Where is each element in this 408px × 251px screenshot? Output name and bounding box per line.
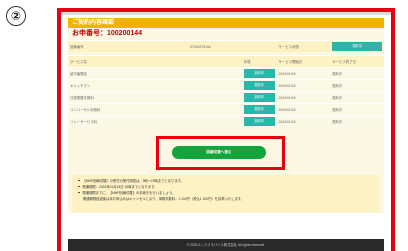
bullet-icon bbox=[78, 185, 80, 188]
services-table: サービス名 状態 サービス開始日 サービス終了日 留守番電話 契約中 2024/… bbox=[68, 55, 384, 127]
step-number-badge: ② bbox=[6, 6, 26, 26]
start-date: 2024/01/16 bbox=[276, 115, 331, 127]
service-name: リレーサービス料 bbox=[68, 115, 242, 127]
start-date: 2024/01/16 bbox=[276, 79, 331, 92]
table-header-row: サービス名 状態 サービス開始日 サービス終了日 bbox=[68, 55, 384, 68]
page-title: ご契約内容確認 bbox=[68, 18, 384, 28]
cta-area: 回線切替へ進む bbox=[68, 127, 384, 175]
header-end-date: サービス終了日 bbox=[330, 55, 384, 68]
status-badge: 契約中 bbox=[243, 81, 275, 90]
note-item: 開通期限経過後は本お申込みはキャンセルとなり、事務手数料：1,100円（税込1,… bbox=[78, 196, 374, 202]
service-name: キャッチホン bbox=[68, 79, 242, 92]
bullet-icon bbox=[78, 191, 80, 194]
table-row: リレーサービス料 契約中 2024/01/16 契約中 bbox=[68, 115, 384, 127]
header-start-date: サービス開始日 bbox=[276, 55, 331, 68]
contract-panel: ご契約内容確認 お申番号：100200144 回線番号 07044375154 … bbox=[68, 18, 384, 213]
status-cell: 契約中 bbox=[241, 103, 277, 116]
note-text: 【MNP回線切替】の受付の受付時間は、9時～19時までとなります。 bbox=[82, 179, 184, 183]
service-status-label: サービス状態 bbox=[276, 40, 331, 52]
start-date: 2024/01/16 bbox=[276, 67, 331, 80]
note-text: 開通期限経過後は本お申込みはキャンセルとなり、事務手数料：1,100円（税込1,… bbox=[83, 197, 245, 201]
table-row: 留守番電話 契約中 2024/01/16 契約中 bbox=[68, 67, 384, 80]
summary-table: 回線番号 07044375154 サービス状態 契約中 bbox=[68, 40, 384, 52]
table-row: キャッチホン 契約中 2024/01/16 契約中 bbox=[68, 79, 384, 92]
start-date: 2024/01/16 bbox=[276, 91, 331, 104]
summary-row: 回線番号 07044375154 サービス状態 契約中 bbox=[68, 40, 384, 52]
application-number: お申番号：100200144 bbox=[72, 30, 143, 37]
proceed-to-line-switch-button[interactable]: 回線切替へ進む bbox=[172, 146, 266, 159]
line-number-value: 07044375154 bbox=[188, 40, 277, 52]
top-divider bbox=[61, 12, 391, 15]
bullet-icon bbox=[78, 179, 80, 182]
table-row: 口座振替手数料 契約中 2024/01/16 契約中 bbox=[68, 91, 384, 104]
service-status-badge: 契約中 bbox=[332, 42, 382, 51]
highlight-frame: ご契約内容確認 お申番号：100200144 回線番号 07044375154 … bbox=[57, 8, 395, 251]
status-badge: 契約中 bbox=[243, 69, 275, 78]
notes-box: 【MNP回線切替】の受付の受付時間は、9時～19時までとなります。 開通期限：2… bbox=[72, 175, 380, 213]
end-date: 契約中 bbox=[330, 103, 384, 116]
start-date: 2024/01/16 bbox=[276, 103, 331, 116]
service-name: 留守番電話 bbox=[68, 67, 242, 80]
footer-copyright: © 2024エックスモバイル株式会社 All rights reserved. bbox=[68, 239, 384, 251]
end-date: 契約中 bbox=[330, 67, 384, 80]
table-row: ユニバーサル利用料 契約中 2024/01/16 契約中 bbox=[68, 103, 384, 116]
end-date: 契約中 bbox=[330, 115, 384, 127]
status-cell: 契約中 bbox=[241, 115, 277, 127]
service-status-cell: 契約中 bbox=[330, 40, 384, 52]
header-status: 状態 bbox=[241, 55, 277, 68]
header-service-name: サービス名 bbox=[68, 55, 242, 68]
line-number-label: 回線番号 bbox=[68, 40, 189, 52]
status-cell: 契約中 bbox=[241, 67, 277, 80]
note-text: 開通期限：2024年01月24日 19時までとなります。 bbox=[82, 185, 158, 189]
status-badge: 契約中 bbox=[243, 93, 275, 102]
status-cell: 契約中 bbox=[241, 79, 277, 92]
status-badge: 契約中 bbox=[243, 105, 275, 114]
status-cell: 契約中 bbox=[241, 91, 277, 104]
end-date: 契約中 bbox=[330, 79, 384, 92]
service-name: ユニバーサル利用料 bbox=[68, 103, 242, 116]
end-date: 契約中 bbox=[330, 91, 384, 104]
note-text: 開通期限までに、【MNP回線切替】の手続きを行いましょう。 bbox=[82, 191, 176, 195]
status-badge: 契約中 bbox=[243, 117, 275, 126]
service-name: 口座振替手数料 bbox=[68, 91, 242, 104]
